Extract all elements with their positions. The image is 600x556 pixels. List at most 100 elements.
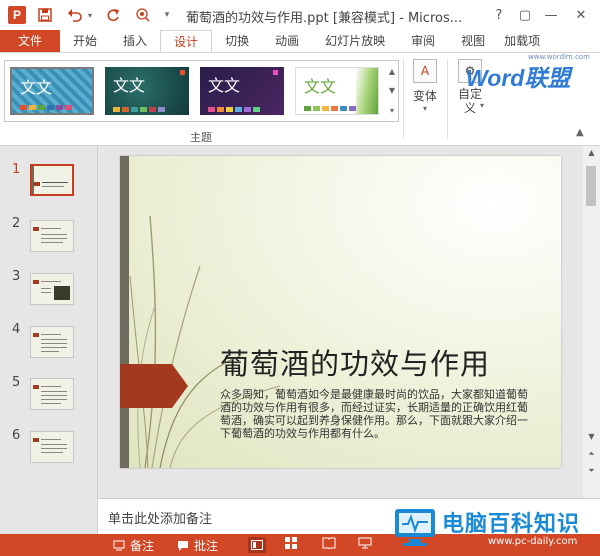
themes-gallery: 文文 文文 文文 文文 ▲ ▼ ▾: [4, 60, 399, 122]
thumb-flag: [33, 385, 39, 389]
theme-thumbnail-4[interactable]: 文文: [295, 67, 379, 115]
variant-arrow: ▾: [422, 104, 427, 113]
thumb-line: [41, 334, 61, 335]
theme-swatch: [56, 105, 63, 110]
gallery-down-icon[interactable]: ▼: [386, 81, 398, 99]
normal-view-button[interactable]: [248, 537, 266, 553]
thumb-line: [42, 182, 68, 183]
slide-thumbnail-4[interactable]: [30, 326, 74, 358]
collapse-ribbon-icon[interactable]: ▲: [576, 127, 584, 138]
theme-swatch: [244, 107, 251, 112]
tab-addins[interactable]: 加载项: [498, 30, 546, 52]
ribbon-display-icon[interactable]: ▢: [514, 4, 536, 26]
tab-design[interactable]: 设计: [160, 30, 213, 52]
slide-body-text[interactable]: 众多周知，葡萄酒如今是最健康最时尚的饮品，大家都知道葡萄酒的功效与作用有很多，而…: [220, 388, 536, 440]
theme-swatch: [331, 106, 338, 111]
thumb-flag: [33, 438, 39, 442]
reading-view-icon: [322, 537, 336, 549]
help-icon[interactable]: ?: [488, 4, 510, 26]
slide-thumbnail-2[interactable]: [30, 220, 74, 252]
slide-title[interactable]: 葡萄酒的功效与作用: [220, 341, 490, 383]
thumb-line: [41, 281, 61, 282]
close-glyph: ✕: [575, 7, 587, 23]
slide-number: 3: [12, 269, 21, 284]
slide-number: 1: [12, 162, 21, 177]
theme-swatch: [253, 107, 260, 112]
close-button[interactable]: ✕: [570, 4, 592, 26]
gallery-up-icon[interactable]: ▲: [386, 62, 398, 80]
slide-number: 2: [12, 216, 21, 231]
tab-view[interactable]: 视图: [448, 30, 498, 52]
thumb-line: [41, 347, 67, 348]
vertical-scrollbar[interactable]: ▲ ▼ ⏶ ⏷: [583, 146, 600, 498]
thumb-line: [41, 234, 67, 235]
minimize-button[interactable]: —: [540, 4, 562, 26]
tab-animations[interactable]: 动画: [262, 30, 312, 52]
theme-swatch: [208, 107, 215, 112]
slide-thumbnail-5[interactable]: [30, 378, 74, 410]
slide-arrow-shape: [120, 364, 188, 408]
theme-swatch: [313, 106, 320, 111]
touch-mode-icon[interactable]: [132, 4, 154, 26]
theme-swatch: [235, 107, 242, 112]
ribbon-tabs: 文件 开始 插入 设计 切换 动画 幻灯片放映 审阅 视图 加载项: [0, 30, 600, 52]
slideshow-button[interactable]: [358, 537, 372, 549]
thumb-line: [41, 448, 67, 449]
theme-swatch: [65, 105, 72, 110]
theme-thumbnail-1[interactable]: 文文: [10, 67, 94, 115]
theme-swatch: [304, 106, 311, 111]
powerpoint-icon[interactable]: P: [8, 6, 26, 24]
theme-swatch: [158, 107, 165, 112]
slide-thumbnail-3[interactable]: [30, 273, 74, 305]
notes-toggle-button[interactable]: 备注: [112, 537, 154, 554]
theme-swatch: [38, 105, 45, 110]
window-title: 葡萄酒的功效与作用.ppt [兼容模式] - Micros...: [186, 11, 463, 26]
tab-transitions[interactable]: 切换: [212, 30, 262, 52]
reading-view-button[interactable]: [322, 537, 336, 549]
slide-sorter-button[interactable]: [285, 537, 297, 549]
undo-dropdown-icon[interactable]: ▾: [86, 4, 94, 26]
current-slide[interactable]: 葡萄酒的功效与作用 众多周知，葡萄酒如今是最健康最时尚的饮品，大家都知道葡萄酒的…: [120, 156, 561, 468]
theme-thumbnail-3[interactable]: 文文: [200, 67, 284, 115]
gallery-more-icon[interactable]: ▾: [386, 101, 398, 119]
theme-label-4: 文文: [304, 77, 337, 96]
scrollbar-thumb[interactable]: [586, 166, 596, 206]
watermark-brand-text: Word联盟: [466, 65, 571, 91]
comments-toggle-button[interactable]: 批注: [176, 537, 218, 554]
thumb-line: [41, 439, 61, 440]
tab-slideshow[interactable]: 幻灯片放映: [312, 30, 398, 52]
previous-slide-icon[interactable]: ⏶: [583, 449, 600, 459]
customize-icon[interactable]: ▾: [162, 4, 172, 26]
thumb-line: [41, 228, 61, 229]
tab-file[interactable]: 文件: [0, 30, 61, 52]
app-icon-letter: P: [12, 8, 21, 22]
notes-placeholder[interactable]: 单击此处添加备注: [108, 508, 212, 527]
watermark-url-text: www.pc-daily.com: [488, 536, 578, 547]
scroll-down-icon[interactable]: ▼: [583, 432, 600, 441]
save-icon[interactable]: [34, 4, 56, 26]
redo-icon[interactable]: [102, 4, 124, 26]
group-themes-label: 主题: [190, 131, 212, 144]
ribbon-divider: [403, 59, 404, 139]
ribbon-display-glyph: ▢: [518, 7, 532, 23]
variant-button[interactable]: A 变体 ▾: [405, 59, 445, 113]
slide-thumbnail-6[interactable]: [30, 431, 74, 463]
thumb-line: [41, 288, 51, 289]
thumb-line: [41, 292, 51, 293]
theme-swatch: [149, 107, 156, 112]
slide-number: 4: [12, 322, 21, 337]
tab-insert[interactable]: 插入: [110, 30, 160, 52]
normal-view-icon: [251, 540, 263, 550]
variant-label: 变体: [412, 89, 437, 103]
thumb-line: [41, 351, 59, 352]
theme-thumbnail-2[interactable]: 文文: [105, 67, 189, 115]
tab-review[interactable]: 审阅: [398, 30, 448, 52]
next-slide-icon[interactable]: ⏷: [583, 466, 600, 476]
undo-icon[interactable]: [64, 4, 86, 26]
watermark-word-lianmeng: Word联盟 www.wordlm.com: [466, 53, 596, 103]
tab-home[interactable]: 开始: [60, 30, 110, 52]
slide-thumbnail-1[interactable]: [30, 164, 74, 196]
scroll-up-icon[interactable]: ▲: [583, 148, 600, 157]
slide-number: 6: [12, 428, 21, 443]
theme-swatch: [47, 105, 54, 110]
